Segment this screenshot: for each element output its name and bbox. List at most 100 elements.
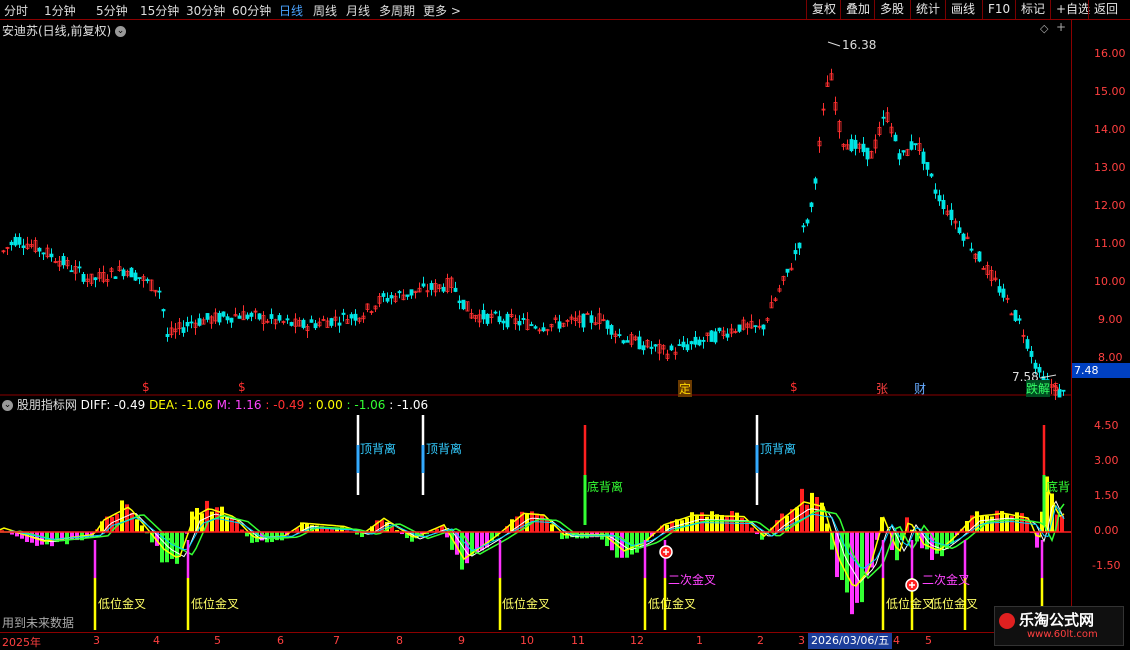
month-tick: 8	[396, 634, 403, 647]
signal-marker: 定	[678, 380, 693, 397]
candle-body	[225, 316, 230, 321]
signal-marker: 财	[914, 382, 927, 396]
top-divergence-label: 顶背离	[760, 442, 797, 456]
candle-body	[809, 202, 814, 207]
adjust-button[interactable]: 复权	[806, 0, 841, 19]
candle-body	[861, 143, 866, 153]
candle-body	[249, 312, 254, 317]
period-tab-monthly[interactable]: 月线	[346, 2, 370, 19]
period-tab-1min[interactable]: 1分钟	[44, 2, 76, 19]
indicator-tick: 4.50	[1094, 419, 1119, 432]
candle-body	[165, 334, 170, 338]
candle-body	[849, 139, 854, 152]
candle-body	[701, 339, 706, 342]
period-tab-15min[interactable]: 15分钟	[140, 2, 179, 19]
macd-bar	[710, 511, 714, 532]
candle-body	[713, 331, 718, 343]
f10-button[interactable]: F10	[982, 0, 1015, 19]
candle-body	[157, 290, 162, 293]
watermark-url: www.60lt.com	[1027, 629, 1098, 640]
candle-body	[709, 330, 714, 342]
low-golden-cross-label: 低位金叉	[886, 597, 935, 611]
indicator-tick: 0.00	[1094, 524, 1119, 537]
candle-body	[457, 300, 462, 304]
candle-body	[761, 324, 766, 330]
candle-body	[681, 341, 686, 348]
period-tab-more[interactable]: 更多 >	[423, 2, 461, 19]
macd-bar	[135, 519, 139, 532]
candle-body	[69, 270, 74, 273]
candle-body	[409, 289, 414, 296]
candle-body	[621, 340, 626, 344]
macd-bar	[140, 525, 144, 532]
candle-body	[313, 323, 318, 329]
candle-body	[353, 313, 358, 321]
candle-body	[609, 325, 614, 335]
month-tick: 10	[520, 634, 534, 647]
year-label: 2025年	[2, 636, 41, 649]
watermark-name: 乐淘公式网	[1019, 611, 1095, 629]
candle-body	[77, 266, 82, 269]
period-tab-5min[interactable]: 5分钟	[96, 2, 128, 19]
candle-body	[277, 315, 282, 321]
statistics-button[interactable]: 统计	[910, 0, 945, 19]
macd-bar	[535, 513, 539, 532]
candle-body	[517, 320, 522, 326]
draw-line-button[interactable]: 画线	[945, 0, 980, 19]
candle-body	[801, 225, 806, 228]
mark-button[interactable]: 标记	[1015, 0, 1050, 19]
candle-body	[957, 227, 962, 234]
period-tab-timeshare[interactable]: 分时	[4, 2, 28, 19]
candle-body	[185, 322, 190, 327]
macd-bar	[850, 532, 854, 615]
macd-bar	[550, 524, 554, 532]
candle-body	[689, 341, 694, 345]
period-toolbar: 分时 1分钟 5分钟 15分钟 30分钟 60分钟 日线 周线 月线 多周期 更…	[0, 0, 1130, 20]
overlay-button[interactable]: 叠加	[840, 0, 875, 19]
candle-body	[229, 317, 234, 323]
period-tab-multi[interactable]: 多周期	[379, 2, 415, 19]
candle-body	[341, 312, 346, 315]
candle-body	[161, 309, 166, 312]
chevron-right-icon: >	[450, 4, 461, 18]
period-tab-30min[interactable]: 30分钟	[186, 2, 225, 19]
cursor-date: 2026/03/06/五	[808, 633, 893, 649]
back-button[interactable]: 返回	[1088, 0, 1123, 19]
candle-body	[677, 344, 682, 346]
indicator-name: 股朋指标网	[16, 398, 77, 412]
candle-body	[1033, 362, 1038, 369]
candle-body	[389, 295, 394, 299]
candle-body	[669, 345, 674, 351]
candle-body	[913, 143, 918, 146]
price-axis: 16.00 15.00 14.00 13.00 12.00 11.00 10.0…	[1071, 20, 1130, 632]
candle-body	[653, 344, 658, 347]
price-tick: 16.00	[1094, 47, 1126, 60]
candle-body	[113, 276, 118, 279]
candle-body	[805, 219, 810, 224]
chevron-down-icon[interactable]: ⌄	[2, 400, 13, 411]
diff-value: DIFF: -0.49	[80, 398, 146, 412]
period-tab-daily[interactable]: 日线	[279, 2, 303, 19]
macd-bar	[735, 512, 739, 532]
candle-body	[245, 314, 250, 319]
candle-body	[625, 340, 630, 343]
month-tick: 11	[571, 634, 585, 647]
kline-chart[interactable]	[0, 20, 1072, 632]
period-tab-weekly[interactable]: 周线	[313, 2, 337, 19]
signal-marker: $	[142, 380, 150, 394]
v1-value: : -0.49	[265, 398, 305, 412]
period-tab-60min[interactable]: 60分钟	[232, 2, 271, 19]
multi-stock-button[interactable]: 多股	[874, 0, 909, 19]
candle-body	[13, 236, 18, 246]
candle-body	[649, 346, 654, 349]
candle-body	[753, 325, 758, 328]
logo-icon	[999, 613, 1015, 629]
macd-bar	[635, 532, 639, 553]
candle-body	[897, 153, 902, 160]
candle-body	[529, 324, 534, 326]
month-tick: 6	[277, 634, 284, 647]
candle-body	[969, 248, 974, 251]
v2-value: : 0.00	[308, 398, 343, 412]
month-tick: 3	[93, 634, 100, 647]
candle-body	[961, 233, 966, 241]
